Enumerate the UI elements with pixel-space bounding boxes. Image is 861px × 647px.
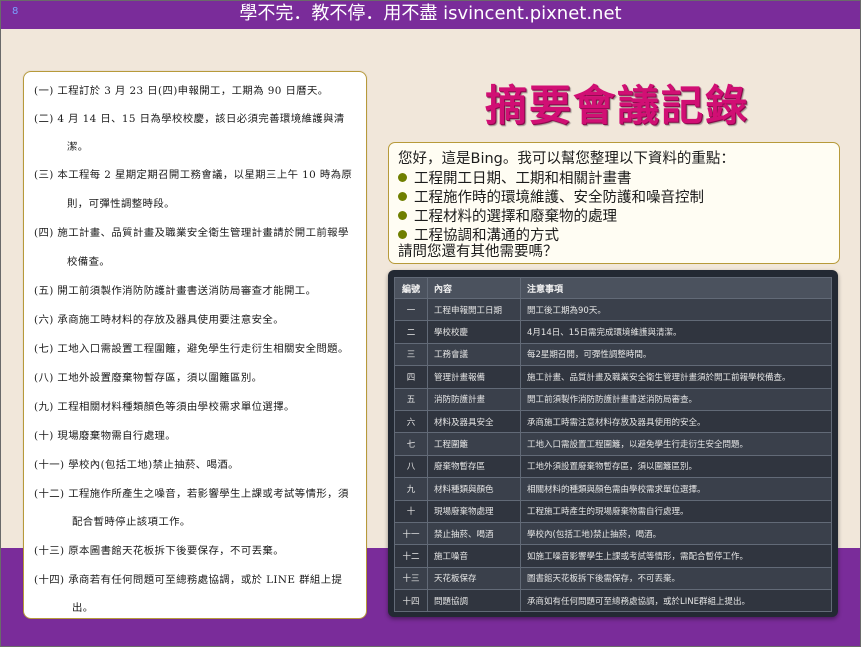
document-line: 出。 bbox=[72, 602, 94, 614]
row-note-cell: 開工後工期為90天。 bbox=[520, 297, 832, 322]
notes-table-card: 編號 內容 注意事項 一工程申報開工日期 開工後工期為90天。二學校校慶 4月14日… bbox=[388, 270, 838, 617]
row-note-cell: 開工前須製作消防防護計畫書送消防局審查。 bbox=[520, 387, 832, 411]
table-row: 八廢棄物暫存區 工地外須設置廢棄物暫存區，須以圍籬區別。 bbox=[394, 454, 832, 479]
document-line: 配合暫時停止該項工作。 bbox=[72, 516, 191, 528]
row-note-cell: 每2星期召開，可彈性調整時間。 bbox=[520, 342, 832, 367]
row-topic-cell: 管理計畫報備 bbox=[427, 365, 521, 389]
summary-item-text: 工程施作時的環境維護、安全防護和噪音控制 bbox=[414, 190, 704, 206]
row-number-cell: 九 bbox=[394, 477, 428, 501]
row-note-cell: 工程施工時產生的現場廢棄物需自行處理。 bbox=[520, 499, 832, 523]
table-header-row: 編號 內容 注意事項 bbox=[394, 277, 832, 299]
page-title: 摘要會議記錄 bbox=[484, 81, 749, 130]
summary-intro: 您好，這是Bing。我可以幫您整理以下資料的重點： bbox=[398, 151, 735, 167]
row-number-cell: 五 bbox=[394, 387, 428, 411]
row-number-cell: 八 bbox=[394, 454, 428, 479]
column-header: 注意事項 bbox=[520, 277, 832, 299]
document-line: (二) 4 月 14 日、15 日為學校校慶，該日必須完善環境維護與清 bbox=[34, 113, 345, 125]
header-title: 學不完．教不停．用不盡 isvincent.pixnet.net bbox=[239, 3, 622, 24]
row-topic-cell: 問題協調 bbox=[427, 589, 521, 613]
document-line: (四) 施工計畫、品質計畫及職業安全衛生管理計畫請於開工前報學 bbox=[34, 227, 349, 239]
row-topic-cell: 工程圍籬 bbox=[427, 432, 521, 456]
row-note-cell: 4月14日、15日需完成環境維護與清潔。 bbox=[520, 320, 832, 344]
document-line: (七) 工地入口需設置工程圍籬，避免學生行走衍生相關安全問題。 bbox=[34, 343, 349, 355]
row-number-cell: 十 bbox=[394, 499, 428, 523]
row-number-cell: 四 bbox=[394, 365, 428, 389]
row-note-cell: 承商如有任何問題可至總務處協調，或於LINE群組上提出。 bbox=[520, 589, 832, 613]
row-topic-cell: 施工噪音 bbox=[427, 544, 521, 568]
table-row: 九材料種類與顏色 相關材料的種類與顏色需由學校需求單位選擇。 bbox=[394, 477, 832, 501]
bullet-icon bbox=[398, 230, 407, 239]
column-header: 編號 bbox=[394, 277, 428, 299]
row-note-cell: 相關材料的種類與顏色需由學校需求單位選擇。 bbox=[520, 477, 832, 501]
table-row: 五消防防護計畫 開工前須製作消防防護計畫書送消防局審查。 bbox=[394, 387, 832, 411]
document-line: 則，可彈性調整時段。 bbox=[67, 198, 175, 210]
row-number-cell: 十一 bbox=[394, 521, 428, 546]
summary-item: 工程材料的選擇和廢棄物的處理 bbox=[398, 205, 617, 226]
column-header: 內容 bbox=[427, 277, 521, 299]
document-line: (五) 開工前須製作消防防護計畫書送消防局審查才能開工。 bbox=[34, 285, 317, 297]
bullet-icon bbox=[398, 173, 407, 182]
row-note-cell: 承商施工時需注意材料存放及器具使用的安全。 bbox=[520, 409, 832, 434]
row-note-cell: 施工計畫、品質計畫及職業安全衛生管理計畫須於開工前報學校備查。 bbox=[520, 365, 832, 389]
row-topic-cell: 禁止抽菸、喝酒 bbox=[427, 521, 521, 546]
document-line: (三) 本工程每 2 星期定期召開工務會議，以星期三上午 10 時為原 bbox=[34, 169, 353, 181]
table-row: 三工務會議 每2星期召開，可彈性調整時間。 bbox=[394, 342, 832, 367]
row-number-cell: 一 bbox=[394, 297, 428, 322]
summary-outro: 請問您還有其他需要嗎？ bbox=[398, 244, 558, 260]
table-row: 十四 問題協調 承商如有任何問題可至總務處協調，或於LINE群組上提出。 bbox=[394, 589, 832, 613]
summary-box: 您好，這是Bing。我可以幫您整理以下資料的重點： 工程開工日期、工期和相關計畫… bbox=[388, 142, 840, 264]
row-number-cell: 十四 bbox=[394, 589, 428, 613]
bullet-icon bbox=[398, 192, 407, 201]
row-topic-cell: 廢棄物暫存區 bbox=[427, 454, 521, 479]
table-row: 十現場廢棄物處理 工程施工時產生的現場廢棄物需自行處理。 bbox=[394, 499, 832, 523]
table-row: 十一 禁止抽菸、喝酒 學校內(包括工地)禁止抽菸，喝酒。 bbox=[394, 521, 832, 546]
bullet-icon bbox=[398, 211, 407, 220]
row-number-cell: 七 bbox=[394, 432, 428, 456]
document-line: 校備查。 bbox=[67, 256, 111, 268]
table-row: 四管理計畫報備 施工計畫、品質計畫及職業安全衛生管理計畫須於開工前報學校備查。 bbox=[394, 365, 832, 389]
document-line: (十一) 學校內(包括工地)禁止抽菸、喝酒。 bbox=[34, 459, 239, 471]
row-note-cell: 工地外須設置廢棄物暫存區，須以圍籬區別。 bbox=[520, 454, 832, 479]
row-number-cell: 十二 bbox=[394, 544, 428, 568]
row-note-cell: 學校內(包括工地)禁止抽菸，喝酒。 bbox=[520, 521, 832, 546]
document-line: (十三) 原本圖書館天花板拆下後要保存，不可丟棄。 bbox=[34, 545, 285, 557]
row-topic-cell: 工務會議 bbox=[427, 342, 521, 367]
document-line: (九) 工程相關材料種類顏色等須由學校需求單位選擇。 bbox=[34, 401, 295, 413]
row-topic-cell: 材料種類與顏色 bbox=[427, 477, 521, 501]
document-line: (八) 工地外設置廢棄物暫存區，須以圍籬區別。 bbox=[34, 372, 263, 384]
document-line: (十二) 工程施作所產生之噪音，若影響學生上課或考試等情形，須 bbox=[34, 488, 349, 500]
table-row: 十二 施工噪音 如施工噪音影響學生上課或考試等情形，需配合暫停工作。 bbox=[394, 544, 832, 568]
document-line: (十) 現場廢棄物需自行處理。 bbox=[34, 430, 177, 442]
table-row: 二學校校慶 4月14日、15日需完成環境維護與清潔。 bbox=[394, 320, 832, 344]
summary-item: 工程開工日期、工期和相關計畫書 bbox=[398, 167, 632, 188]
row-number-cell: 二 bbox=[394, 320, 428, 344]
document-line: (六) 承商施工時材料的存放及器具使用要注意安全。 bbox=[34, 314, 285, 326]
summary-item-text: 工程材料的選擇和廢棄物的處理 bbox=[414, 209, 617, 225]
document-line: (一) 工程訂於 3 月 23 日(四)申報開工，工期為 90 日曆天。 bbox=[34, 85, 329, 97]
table-row: 一工程申報開工日期 開工後工期為90天。 bbox=[394, 297, 832, 322]
row-number-cell: 三 bbox=[394, 342, 428, 367]
row-note-cell: 工地入口需設置工程圍籬，以避免學生行走衍生安全問題。 bbox=[520, 432, 832, 456]
row-topic-cell: 材料及器具安全 bbox=[427, 409, 521, 434]
document-line: 潔。 bbox=[67, 141, 89, 153]
row-note-cell: 圖書館天花板拆下後需保存，不可丟棄。 bbox=[520, 566, 832, 591]
row-topic-cell: 天花板保存 bbox=[427, 566, 521, 591]
row-topic-cell: 工程申報開工日期 bbox=[427, 297, 521, 322]
row-number-cell: 六 bbox=[394, 409, 428, 434]
summary-item: 工程施作時的環境維護、安全防護和噪音控制 bbox=[398, 186, 704, 207]
meeting-document: (一) 工程訂於 3 月 23 日(四)申報開工，工期為 90 日曆天。 (二)… bbox=[23, 71, 367, 619]
notes-table: 編號 內容 注意事項 一工程申報開工日期 開工後工期為90天。二學校校慶 4月14日… bbox=[394, 277, 832, 613]
summary-item-text: 工程開工日期、工期和相關計畫書 bbox=[414, 171, 632, 187]
row-topic-cell: 現場廢棄物處理 bbox=[427, 499, 521, 523]
document-line: (十四) 承商若有任何問題可至總務處協調，或於 LINE 群組上提 bbox=[34, 574, 343, 586]
row-topic-cell: 學校校慶 bbox=[427, 320, 521, 344]
table-row: 六材料及器具安全 承商施工時需注意材料存放及器具使用的安全。 bbox=[394, 409, 832, 434]
table-row: 七工程圍籬 工地入口需設置工程圍籬，以避免學生行走衍生安全問題。 bbox=[394, 432, 832, 456]
table-row: 十三 天花板保存 圖書館天花板拆下後需保存，不可丟棄。 bbox=[394, 566, 832, 591]
row-topic-cell: 消防防護計畫 bbox=[427, 387, 521, 411]
row-note-cell: 如施工噪音影響學生上課或考試等情形，需配合暫停工作。 bbox=[520, 544, 832, 568]
row-number-cell: 十三 bbox=[394, 566, 428, 591]
